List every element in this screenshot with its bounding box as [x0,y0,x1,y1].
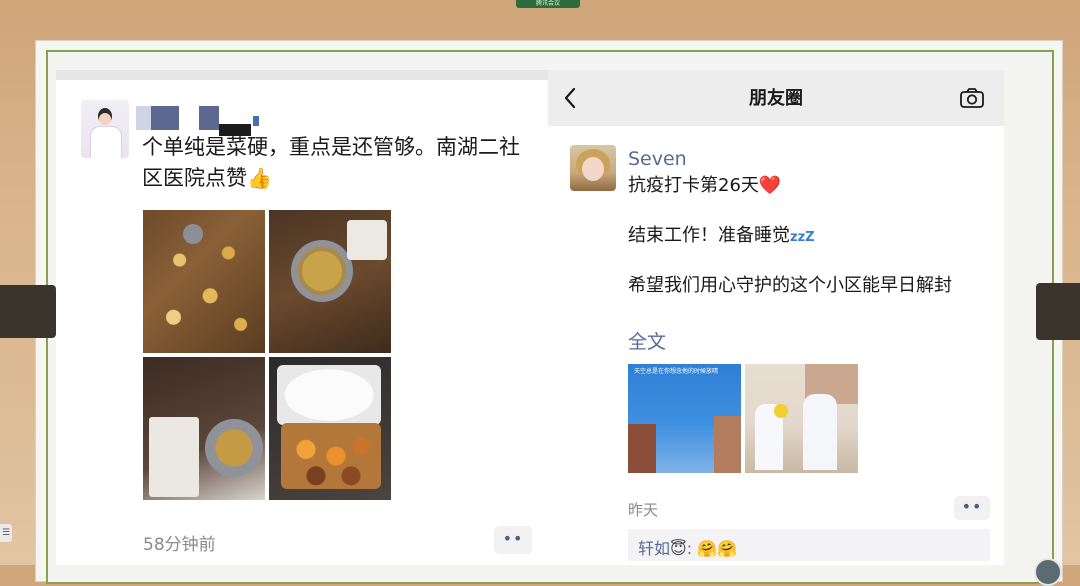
flower-shape [774,404,788,418]
board-clip-left [0,285,56,338]
board-clip-right [1036,283,1080,340]
post-line-2-text: 结束工作！准备睡觉 [628,225,790,246]
volunteers-photo[interactable] [745,364,858,473]
post-line-2: 结束工作！准备睡觉zzZ [628,221,815,247]
meeting-tag-label: 腾讯会议 [535,0,560,7]
left-post-panel: 个单纯是菜硬，重点是还管够。南湖二社 区医院点赞👍 58分钟前 •• [56,80,548,565]
post-time: 昨天 [628,501,659,519]
post-more-button[interactable]: •• [954,496,990,520]
food-photo-3[interactable] [143,357,265,500]
chevron-left-icon[interactable] [562,86,578,110]
food-photo-4[interactable] [269,357,391,500]
comment-separator: : [686,539,693,558]
left-post-time: 58分钟前 [143,535,216,555]
sky-photo-caption: 天空总是在你想念他的时候放晴 [634,368,719,375]
moments-title: 朋友圈 [749,88,803,109]
left-photo-grid [143,210,391,500]
sky-photo[interactable]: 天空总是在你想念他的时候放晴 [628,364,741,473]
corner-avatar [1034,558,1062,586]
thumbs-up-icon: 👍 [247,166,272,190]
comment-content: 🤗🤗 [697,539,738,558]
halo-emoji-icon: 😇 [670,539,687,558]
meeting-indicator: 腾讯会议 [516,0,580,8]
heart-icon: ❤️ [758,175,782,196]
redacted-name-mosaic [253,116,259,126]
side-menu-icon[interactable]: ☰ [0,524,12,542]
moments-nav-bar: 朋友圈 [548,70,1004,126]
left-post-line1: 个单纯是菜硬，重点是还管够。南湖二社 [142,135,520,159]
building-shape [805,364,858,404]
moments-panel: 朋友圈 Seven 抗疫打卡第26天❤️ 结束工作！准备睡觉zzZ 希望我们用心… [548,70,1004,565]
post-line-1-text: 抗疫打卡第26天 [628,175,759,196]
redacted-name-mosaic [199,106,219,130]
camera-icon[interactable] [959,87,985,109]
post-line-1: 抗疫打卡第26天❤️ [628,171,781,197]
food-photo-2[interactable] [269,210,391,353]
full-text-link[interactable]: 全文 [628,327,666,354]
food-photo-1[interactable] [143,210,265,353]
post-author-name[interactable]: Seven [628,148,687,170]
sleep-zzz-icon: zzZ [790,230,815,245]
doctor-avatar[interactable] [81,100,129,158]
post-line-3: 希望我们用心守护的这个小区能早日解封 [628,275,952,296]
seven-avatar[interactable] [570,145,616,191]
comment-line: 轩如😇: 🤗🤗 [638,535,737,559]
left-post-more-button[interactable]: •• [494,526,532,554]
redacted-name-mosaic [151,106,179,130]
left-panel-header-strip [56,70,548,80]
comment-box: 轩如😇: 🤗🤗 [628,529,990,561]
left-post-line2: 区医院点赞 [142,166,247,190]
comment-author[interactable]: 轩如 [638,539,670,558]
left-post-text: 个单纯是菜硬，重点是还管够。南湖二社 区医院点赞👍 [142,132,532,194]
